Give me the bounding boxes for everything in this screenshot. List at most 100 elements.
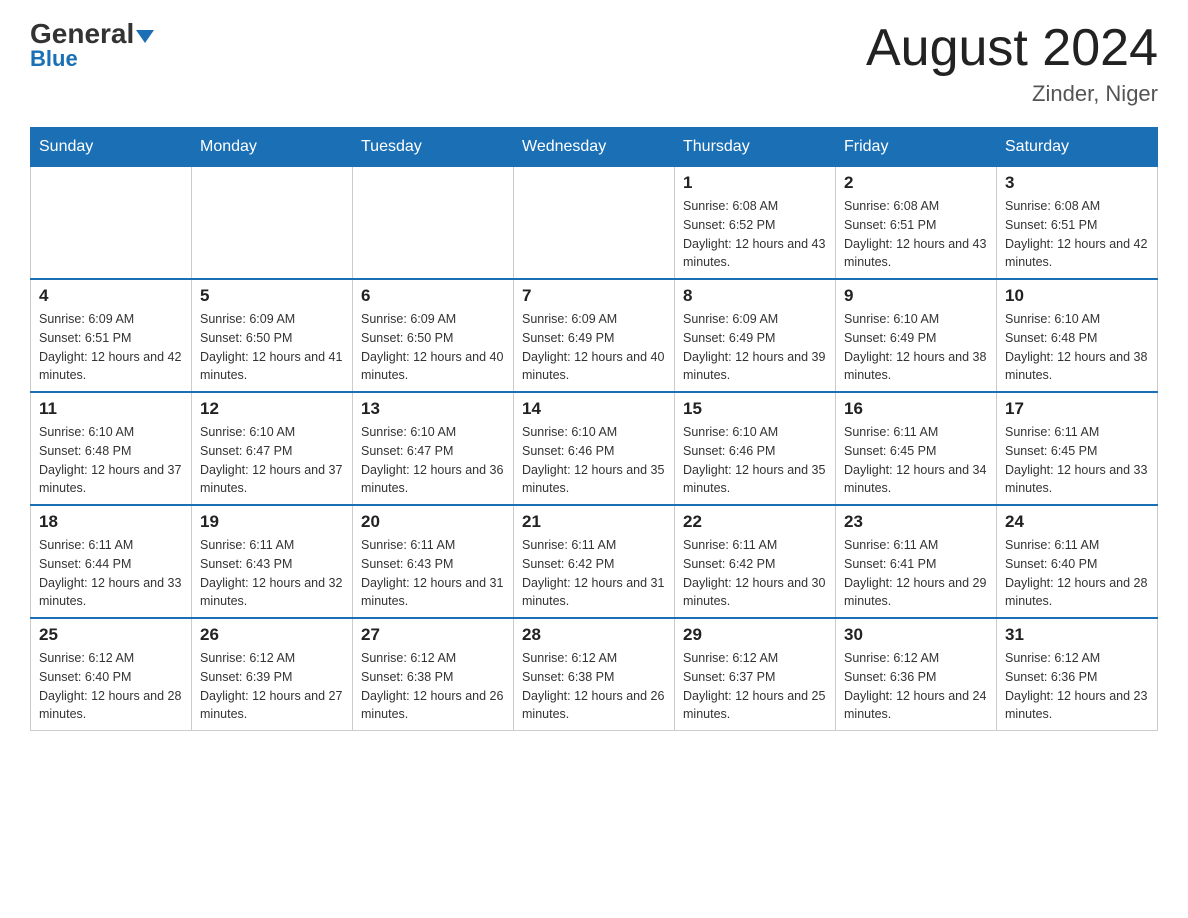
day-number: 9 bbox=[844, 286, 988, 306]
calendar-cell: 31Sunrise: 6:12 AMSunset: 6:36 PMDayligh… bbox=[997, 618, 1158, 731]
calendar-cell: 7 Sunrise: 6:09 AMSunset: 6:49 PMDaylight… bbox=[514, 279, 675, 392]
day-number: 21 bbox=[522, 512, 666, 532]
calendar-cell: 30 Sunrise: 6:12 AMSunset: 6:36 PMDayligh… bbox=[836, 618, 997, 731]
calendar-cell: 24Sunrise: 6:11 AMSunset: 6:40 PMDayligh… bbox=[997, 505, 1158, 618]
day-number: 14 bbox=[522, 399, 666, 419]
calendar-cell: 13Sunrise: 6:10 AMSunset: 6:47 PMDayligh… bbox=[353, 392, 514, 505]
calendar-cell: 1 Sunrise: 6:08 AMSunset: 6:52 PMDaylight… bbox=[675, 167, 836, 280]
day-number: 28 bbox=[522, 625, 666, 645]
calendar-week-3: 11Sunrise: 6:10 AMSunset: 6:48 PMDayligh… bbox=[31, 392, 1158, 505]
day-number: 16 bbox=[844, 399, 988, 419]
col-saturday: Saturday bbox=[997, 128, 1158, 167]
calendar-week-4: 18 Sunrise: 6:11 AMSunset: 6:44 PMDayligh… bbox=[31, 505, 1158, 618]
day-info: Sunrise: 6:12 AMSunset: 6:36 PMDaylight:… bbox=[844, 649, 988, 724]
col-tuesday: Tuesday bbox=[353, 128, 514, 167]
calendar-cell: 4 Sunrise: 6:09 AMSunset: 6:51 PMDaylight… bbox=[31, 279, 192, 392]
calendar-week-5: 25Sunrise: 6:12 AMSunset: 6:40 PMDayligh… bbox=[31, 618, 1158, 731]
calendar-cell: 18 Sunrise: 6:11 AMSunset: 6:44 PMDayligh… bbox=[31, 505, 192, 618]
day-info: Sunrise: 6:08 AMSunset: 6:51 PMDaylight:… bbox=[844, 197, 988, 272]
day-number: 15 bbox=[683, 399, 827, 419]
day-info: Sunrise: 6:11 AMSunset: 6:40 PMDaylight:… bbox=[1005, 536, 1149, 611]
calendar-cell bbox=[31, 167, 192, 280]
day-number: 31 bbox=[1005, 625, 1149, 645]
calendar-cell: 17 Sunrise: 6:11 AMSunset: 6:45 PMDayligh… bbox=[997, 392, 1158, 505]
day-info: Sunrise: 6:09 AMSunset: 6:49 PMDaylight:… bbox=[522, 310, 666, 385]
day-info: Sunrise: 6:10 AMSunset: 6:48 PMDaylight:… bbox=[1005, 310, 1149, 385]
calendar-cell: 11Sunrise: 6:10 AMSunset: 6:48 PMDayligh… bbox=[31, 392, 192, 505]
day-number: 30 bbox=[844, 625, 988, 645]
location: Zinder, Niger bbox=[866, 81, 1158, 107]
day-number: 8 bbox=[683, 286, 827, 306]
day-number: 4 bbox=[39, 286, 183, 306]
day-info: Sunrise: 6:10 AMSunset: 6:49 PMDaylight:… bbox=[844, 310, 988, 385]
logo-general: General bbox=[30, 20, 134, 48]
day-info: Sunrise: 6:12 AMSunset: 6:38 PMDaylight:… bbox=[361, 649, 505, 724]
calendar-cell bbox=[192, 167, 353, 280]
calendar-cell bbox=[353, 167, 514, 280]
day-info: Sunrise: 6:11 AMSunset: 6:41 PMDaylight:… bbox=[844, 536, 988, 611]
calendar-cell: 8Sunrise: 6:09 AMSunset: 6:49 PMDaylight… bbox=[675, 279, 836, 392]
day-number: 11 bbox=[39, 399, 183, 419]
day-info: Sunrise: 6:09 AMSunset: 6:50 PMDaylight:… bbox=[361, 310, 505, 385]
day-number: 19 bbox=[200, 512, 344, 532]
day-info: Sunrise: 6:12 AMSunset: 6:38 PMDaylight:… bbox=[522, 649, 666, 724]
day-number: 17 bbox=[1005, 399, 1149, 419]
day-number: 3 bbox=[1005, 173, 1149, 193]
calendar-week-1: 1 Sunrise: 6:08 AMSunset: 6:52 PMDaylight… bbox=[31, 167, 1158, 280]
title-section: August 2024 Zinder, Niger bbox=[866, 20, 1158, 107]
header-row: Sunday Monday Tuesday Wednesday Thursday… bbox=[31, 128, 1158, 167]
page-header: General Blue August 2024 Zinder, Niger bbox=[30, 20, 1158, 107]
day-info: Sunrise: 6:10 AMSunset: 6:47 PMDaylight:… bbox=[200, 423, 344, 498]
day-number: 27 bbox=[361, 625, 505, 645]
calendar-cell: 15Sunrise: 6:10 AMSunset: 6:46 PMDayligh… bbox=[675, 392, 836, 505]
day-info: Sunrise: 6:09 AMSunset: 6:51 PMDaylight:… bbox=[39, 310, 183, 385]
day-info: Sunrise: 6:08 AMSunset: 6:51 PMDaylight:… bbox=[1005, 197, 1149, 272]
calendar-cell: 26 Sunrise: 6:12 AMSunset: 6:39 PMDayligh… bbox=[192, 618, 353, 731]
day-number: 26 bbox=[200, 625, 344, 645]
col-monday: Monday bbox=[192, 128, 353, 167]
day-number: 1 bbox=[683, 173, 827, 193]
calendar-cell: 22Sunrise: 6:11 AMSunset: 6:42 PMDayligh… bbox=[675, 505, 836, 618]
calendar-cell: 19 Sunrise: 6:11 AMSunset: 6:43 PMDayligh… bbox=[192, 505, 353, 618]
calendar-cell: 27 Sunrise: 6:12 AMSunset: 6:38 PMDayligh… bbox=[353, 618, 514, 731]
calendar-cell bbox=[514, 167, 675, 280]
calendar-cell: 3 Sunrise: 6:08 AMSunset: 6:51 PMDaylight… bbox=[997, 167, 1158, 280]
day-number: 6 bbox=[361, 286, 505, 306]
calendar-table: Sunday Monday Tuesday Wednesday Thursday… bbox=[30, 127, 1158, 731]
day-info: Sunrise: 6:10 AMSunset: 6:47 PMDaylight:… bbox=[361, 423, 505, 498]
day-info: Sunrise: 6:12 AMSunset: 6:37 PMDaylight:… bbox=[683, 649, 827, 724]
day-info: Sunrise: 6:11 AMSunset: 6:45 PMDaylight:… bbox=[1005, 423, 1149, 498]
day-info: Sunrise: 6:11 AMSunset: 6:42 PMDaylight:… bbox=[683, 536, 827, 611]
logo: General Blue bbox=[30, 20, 154, 72]
day-info: Sunrise: 6:09 AMSunset: 6:50 PMDaylight:… bbox=[200, 310, 344, 385]
day-info: Sunrise: 6:08 AMSunset: 6:52 PMDaylight:… bbox=[683, 197, 827, 272]
day-number: 23 bbox=[844, 512, 988, 532]
calendar-cell: 14Sunrise: 6:10 AMSunset: 6:46 PMDayligh… bbox=[514, 392, 675, 505]
day-info: Sunrise: 6:11 AMSunset: 6:43 PMDaylight:… bbox=[200, 536, 344, 611]
logo-blue: Blue bbox=[30, 46, 78, 72]
calendar-week-2: 4 Sunrise: 6:09 AMSunset: 6:51 PMDaylight… bbox=[31, 279, 1158, 392]
day-info: Sunrise: 6:12 AMSunset: 6:39 PMDaylight:… bbox=[200, 649, 344, 724]
col-wednesday: Wednesday bbox=[514, 128, 675, 167]
calendar-cell: 25Sunrise: 6:12 AMSunset: 6:40 PMDayligh… bbox=[31, 618, 192, 731]
day-number: 29 bbox=[683, 625, 827, 645]
calendar-cell: 21 Sunrise: 6:11 AMSunset: 6:42 PMDayligh… bbox=[514, 505, 675, 618]
calendar-cell: 2 Sunrise: 6:08 AMSunset: 6:51 PMDaylight… bbox=[836, 167, 997, 280]
day-info: Sunrise: 6:12 AMSunset: 6:40 PMDaylight:… bbox=[39, 649, 183, 724]
day-info: Sunrise: 6:11 AMSunset: 6:44 PMDaylight:… bbox=[39, 536, 183, 611]
day-number: 7 bbox=[522, 286, 666, 306]
day-number: 5 bbox=[200, 286, 344, 306]
col-thursday: Thursday bbox=[675, 128, 836, 167]
logo-triangle-icon bbox=[136, 30, 154, 43]
calendar-cell: 9 Sunrise: 6:10 AMSunset: 6:49 PMDaylight… bbox=[836, 279, 997, 392]
day-info: Sunrise: 6:11 AMSunset: 6:43 PMDaylight:… bbox=[361, 536, 505, 611]
day-number: 2 bbox=[844, 173, 988, 193]
col-sunday: Sunday bbox=[31, 128, 192, 167]
calendar-cell: 16Sunrise: 6:11 AMSunset: 6:45 PMDayligh… bbox=[836, 392, 997, 505]
day-info: Sunrise: 6:11 AMSunset: 6:42 PMDaylight:… bbox=[522, 536, 666, 611]
day-number: 20 bbox=[361, 512, 505, 532]
day-number: 12 bbox=[200, 399, 344, 419]
day-number: 18 bbox=[39, 512, 183, 532]
day-number: 10 bbox=[1005, 286, 1149, 306]
calendar-cell: 29 Sunrise: 6:12 AMSunset: 6:37 PMDayligh… bbox=[675, 618, 836, 731]
